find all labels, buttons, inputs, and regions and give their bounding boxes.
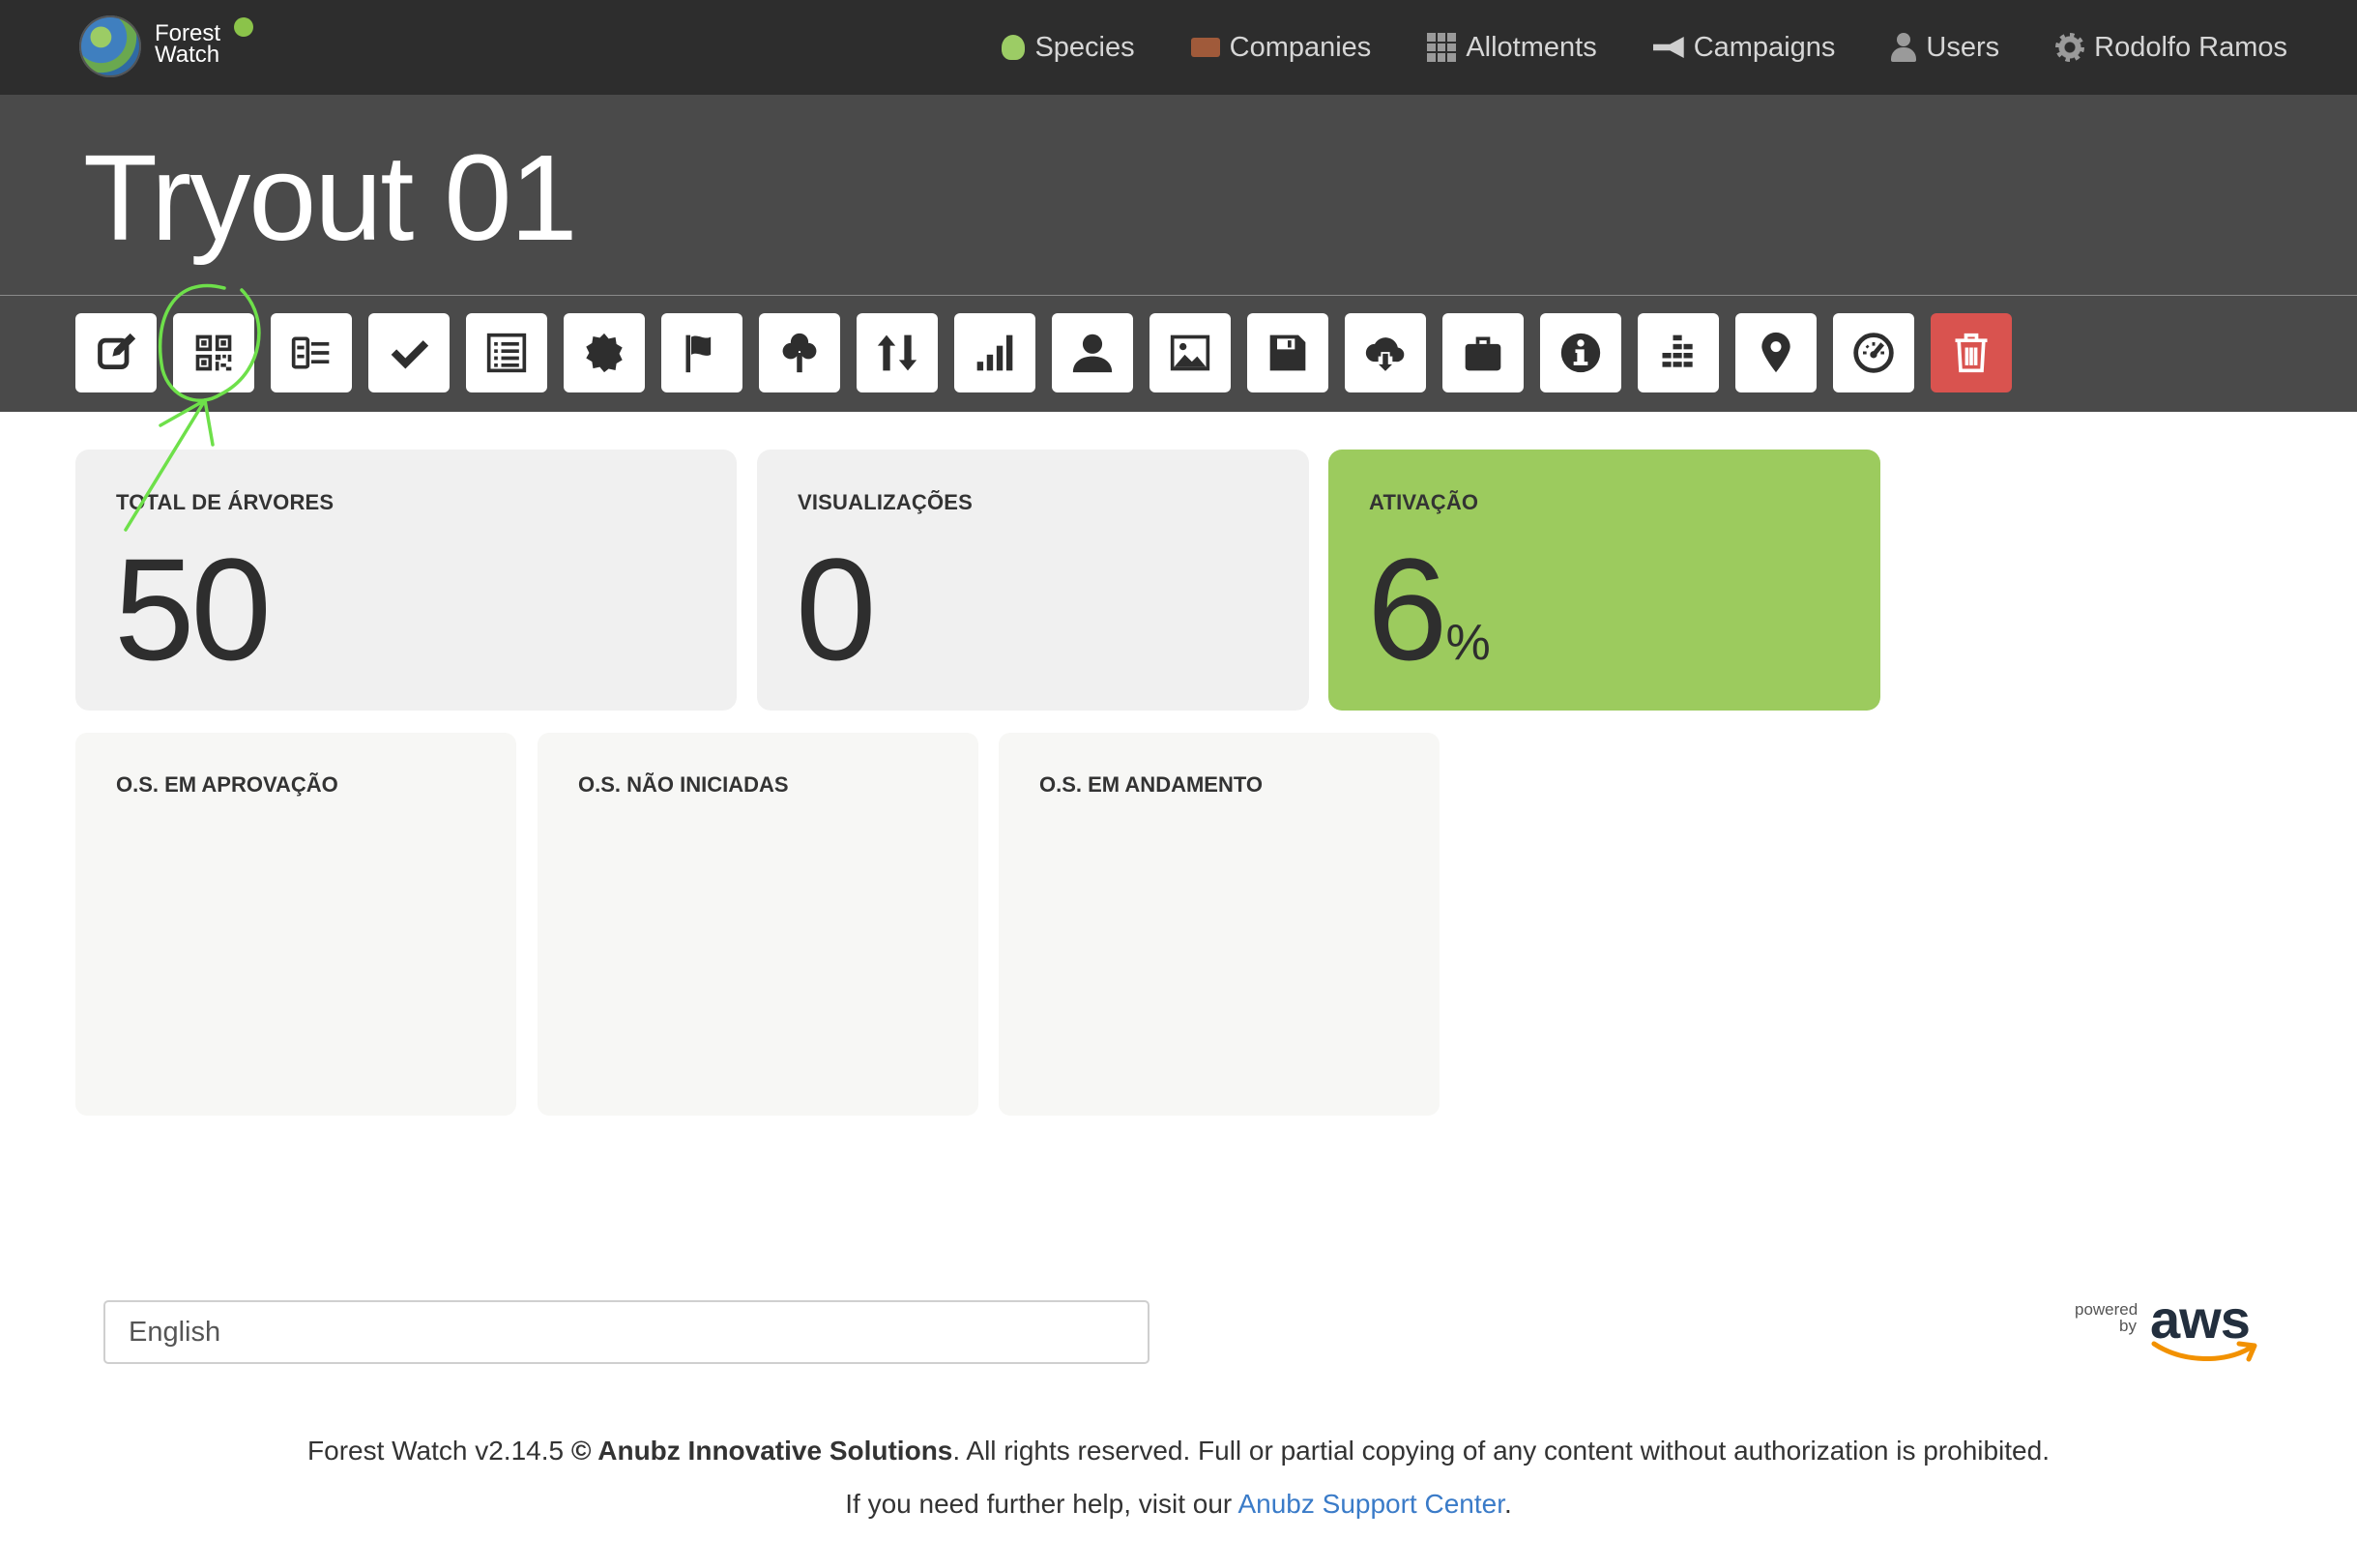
globe-icon	[79, 15, 141, 77]
leaf-icon	[1002, 35, 1026, 60]
list-icon	[486, 333, 527, 373]
views-card: VISUALIZAÇÕES 0	[757, 450, 1309, 711]
rising-bars-button[interactable]	[1638, 313, 1719, 392]
id-card-icon	[291, 336, 330, 369]
image-button[interactable]	[1149, 313, 1231, 392]
activation-label: ATIVAÇÃO	[1369, 490, 1479, 514]
info-icon	[1560, 333, 1601, 373]
qr-code-icon	[195, 334, 232, 371]
grid-icon	[1427, 33, 1457, 62]
nav-campaigns[interactable]: Campaigns	[1652, 32, 1835, 64]
sort-icon	[877, 334, 917, 371]
user-button[interactable]	[1052, 313, 1133, 392]
tree-button[interactable]	[759, 313, 840, 392]
os-not-started-label: O.S. NÃO INICIADAS	[578, 772, 789, 797]
edit-icon	[98, 333, 136, 370]
language-select-value: English	[129, 1316, 221, 1348]
aws-smile-icon	[2151, 1341, 2257, 1362]
total-trees-value: 50	[114, 528, 272, 690]
support-center-link[interactable]: Anubz Support Center	[1237, 1489, 1504, 1519]
os-approval-label: O.S. EM APROVAÇÃO	[116, 772, 338, 797]
page-title: Tryout 01	[83, 130, 578, 266]
certificate-icon	[586, 333, 623, 373]
views-label: VISUALIZAÇÕES	[798, 490, 974, 514]
trash-icon	[1955, 333, 1988, 373]
status-dot-icon	[234, 17, 253, 37]
forest-watch-logo[interactable]: Forest Watch	[79, 14, 282, 83]
activation-card: ATIVAÇÃO 6%	[1328, 450, 1880, 711]
nav-user-menu[interactable]: Rodolfo Ramos	[2055, 32, 2287, 64]
briefcase-icon	[1190, 38, 1220, 57]
dashboard-button[interactable]	[1833, 313, 1914, 392]
user-icon	[1891, 33, 1917, 62]
info-button[interactable]	[1540, 313, 1621, 392]
flag-button[interactable]	[661, 313, 742, 392]
cloud-download-button[interactable]	[1345, 313, 1426, 392]
chart-button[interactable]	[954, 313, 1035, 392]
total-trees-card: TOTAL DE ÁRVORES 50	[75, 450, 737, 711]
dashboard-icon	[1853, 333, 1894, 373]
percent-unit: %	[1445, 615, 1491, 671]
copyright-line: Forest Watch v2.14.5 © Anubz Innovative …	[307, 1436, 2050, 1466]
save-button[interactable]	[1247, 313, 1328, 392]
activation-value: 6%	[1367, 528, 1491, 690]
delete-button[interactable]	[1931, 313, 2012, 392]
views-value: 0	[796, 528, 876, 690]
bars-rising-icon	[1662, 334, 1693, 367]
edit-button[interactable]	[75, 313, 157, 392]
os-in-progress-label: O.S. EM ANDAMENTO	[1039, 772, 1264, 797]
user-icon	[1072, 334, 1113, 373]
briefcase-icon	[1465, 336, 1501, 371]
map-marker-button[interactable]	[1735, 313, 1817, 392]
os-not-started-card: O.S. NÃO INICIADAS	[538, 733, 978, 1116]
flag-icon	[685, 334, 712, 373]
list-button[interactable]	[466, 313, 547, 392]
os-in-progress-card: O.S. EM ANDAMENTO	[999, 733, 1440, 1116]
qr-code-button[interactable]	[173, 313, 254, 392]
aws-badge: powered by aws	[2075, 1288, 2258, 1365]
help-line: If you need further help, visit our Anub…	[845, 1489, 1512, 1519]
sort-button[interactable]	[857, 313, 938, 392]
logo-text: Forest Watch	[155, 20, 221, 68]
total-trees-label: TOTAL DE ÁRVORES	[116, 490, 335, 514]
page-header: Tryout 01	[0, 95, 2357, 295]
certificate-button[interactable]	[564, 313, 645, 392]
action-toolbar	[0, 295, 2357, 412]
image-icon	[1170, 334, 1210, 371]
megaphone-icon	[1652, 37, 1684, 58]
cloud-download-icon	[1365, 337, 1405, 374]
check-button[interactable]	[368, 313, 450, 392]
map-marker-icon	[1761, 332, 1790, 373]
os-approval-card: O.S. EM APROVAÇÃO	[75, 733, 516, 1116]
nav-users[interactable]: Users	[1891, 32, 1999, 64]
aws-powered-text: powered by	[2075, 1300, 2139, 1335]
tree-icon	[782, 333, 817, 373]
nav-allotments[interactable]: Allotments	[1427, 32, 1597, 64]
top-navbar: Forest Watch Species Companies Allotment…	[0, 0, 2357, 95]
check-icon	[391, 340, 429, 369]
briefcase-button[interactable]	[1442, 313, 1524, 392]
nav-companies[interactable]: Companies	[1190, 32, 1371, 64]
id-card-button[interactable]	[271, 313, 352, 392]
main-nav: Species Companies Allotments Campaigns U…	[1002, 0, 2287, 95]
bar-chart-icon	[976, 334, 1013, 371]
language-select[interactable]: English	[103, 1300, 1149, 1364]
gear-icon	[2055, 33, 2085, 62]
nav-species[interactable]: Species	[1002, 32, 1135, 64]
save-icon	[1269, 334, 1306, 371]
